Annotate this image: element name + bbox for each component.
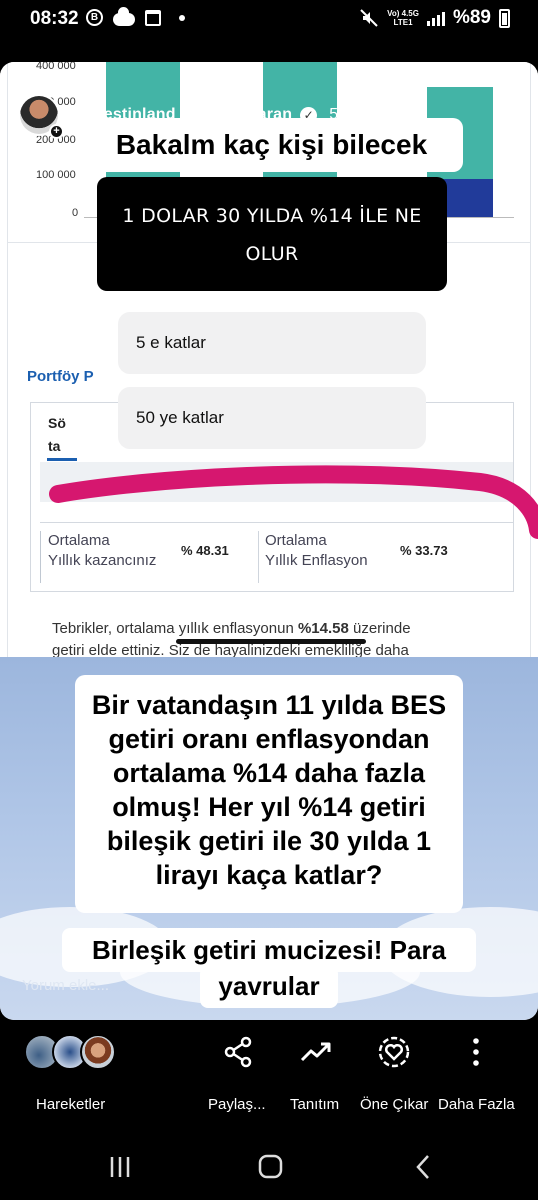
story-caption: Bir vatandaşın 11 yılda BES getiri oranı…	[75, 675, 463, 913]
share-icon[interactable]	[220, 1034, 256, 1070]
calendar-icon	[145, 9, 161, 26]
add-story-icon[interactable]: +	[49, 124, 64, 139]
caption-line: getiri oranı enflasyondan	[108, 724, 430, 754]
activity-button[interactable]: Hareketler	[36, 1096, 105, 1113]
home-icon[interactable]	[250, 1152, 290, 1182]
cloud-icon	[113, 6, 135, 26]
status-bar: 08:32 B Vo) 4.5G LTE1 %89	[0, 0, 538, 40]
caption-line: bileşik getiri ile 30 yılda 1	[106, 826, 432, 856]
story-viewer[interactable]: 400 000 300 000 200 000 100 000 0 Portfö…	[0, 62, 538, 1020]
quiz-question-line: 1 DOLAR 30 YILDA %14 İLE NE	[122, 205, 422, 227]
quiz-option[interactable]: 5 e katlar	[118, 312, 426, 374]
avatar[interactable]: +	[18, 94, 64, 139]
viewer-avatars[interactable]	[24, 1034, 116, 1070]
highlight-button[interactable]: Öne Çıkar	[360, 1096, 428, 1113]
caption-line: olmuş! Her yıl %14 getiri	[112, 792, 426, 822]
navigation-bar	[0, 1120, 538, 1200]
promote-button[interactable]: Tanıtım	[290, 1096, 339, 1113]
battery-percent: %89	[452, 7, 491, 28]
battery-icon	[499, 8, 510, 28]
story-actions-bar: Hareketler Paylaş... Tanıtım Öne Çıkar D…	[0, 1020, 538, 1120]
caption-line: ortalama %14 daha fazla	[112, 758, 426, 788]
network-label: Vo) 4.5G	[387, 9, 419, 18]
caption-line: lirayı kaça katlar?	[155, 860, 383, 890]
quiz-question: 1 DOLAR 30 YILDA %14 İLE NE OLUR	[97, 177, 447, 291]
avatar	[80, 1034, 116, 1070]
title-sticker: Bakalm kaç kişi bilecek	[80, 118, 463, 172]
trending-icon[interactable]	[298, 1034, 334, 1070]
back-icon[interactable]	[404, 1152, 444, 1182]
quiz-option-label: 50 ye katlar	[136, 408, 224, 427]
quiz-option[interactable]: 50 ye katlar	[118, 387, 426, 449]
notification-dot-icon	[179, 14, 185, 21]
bixby-icon: B	[86, 9, 103, 26]
caption-line: Bir vatandaşın 11 yılda BES	[91, 690, 447, 720]
more-button[interactable]: Daha Fazla	[438, 1096, 515, 1113]
progress-indicator	[176, 639, 366, 644]
network-type: Vo) 4.5G LTE1	[387, 9, 419, 27]
comment-input[interactable]: Yorum ekle...	[22, 977, 109, 994]
signal-icon	[426, 10, 445, 26]
footer-sticker-line: yavrular	[200, 966, 338, 1008]
quiz-option-label: 5 e katlar	[136, 333, 206, 352]
clock: 08:32	[30, 8, 79, 29]
share-button[interactable]: Paylaş...	[208, 1096, 266, 1113]
network-sub-label: LTE1	[393, 18, 413, 27]
highlight-heart-icon[interactable]	[376, 1034, 412, 1070]
mute-icon	[360, 9, 378, 27]
quiz-question-line: OLUR	[245, 243, 299, 265]
recent-apps-icon[interactable]	[100, 1152, 140, 1182]
more-vertical-icon[interactable]	[458, 1034, 494, 1070]
